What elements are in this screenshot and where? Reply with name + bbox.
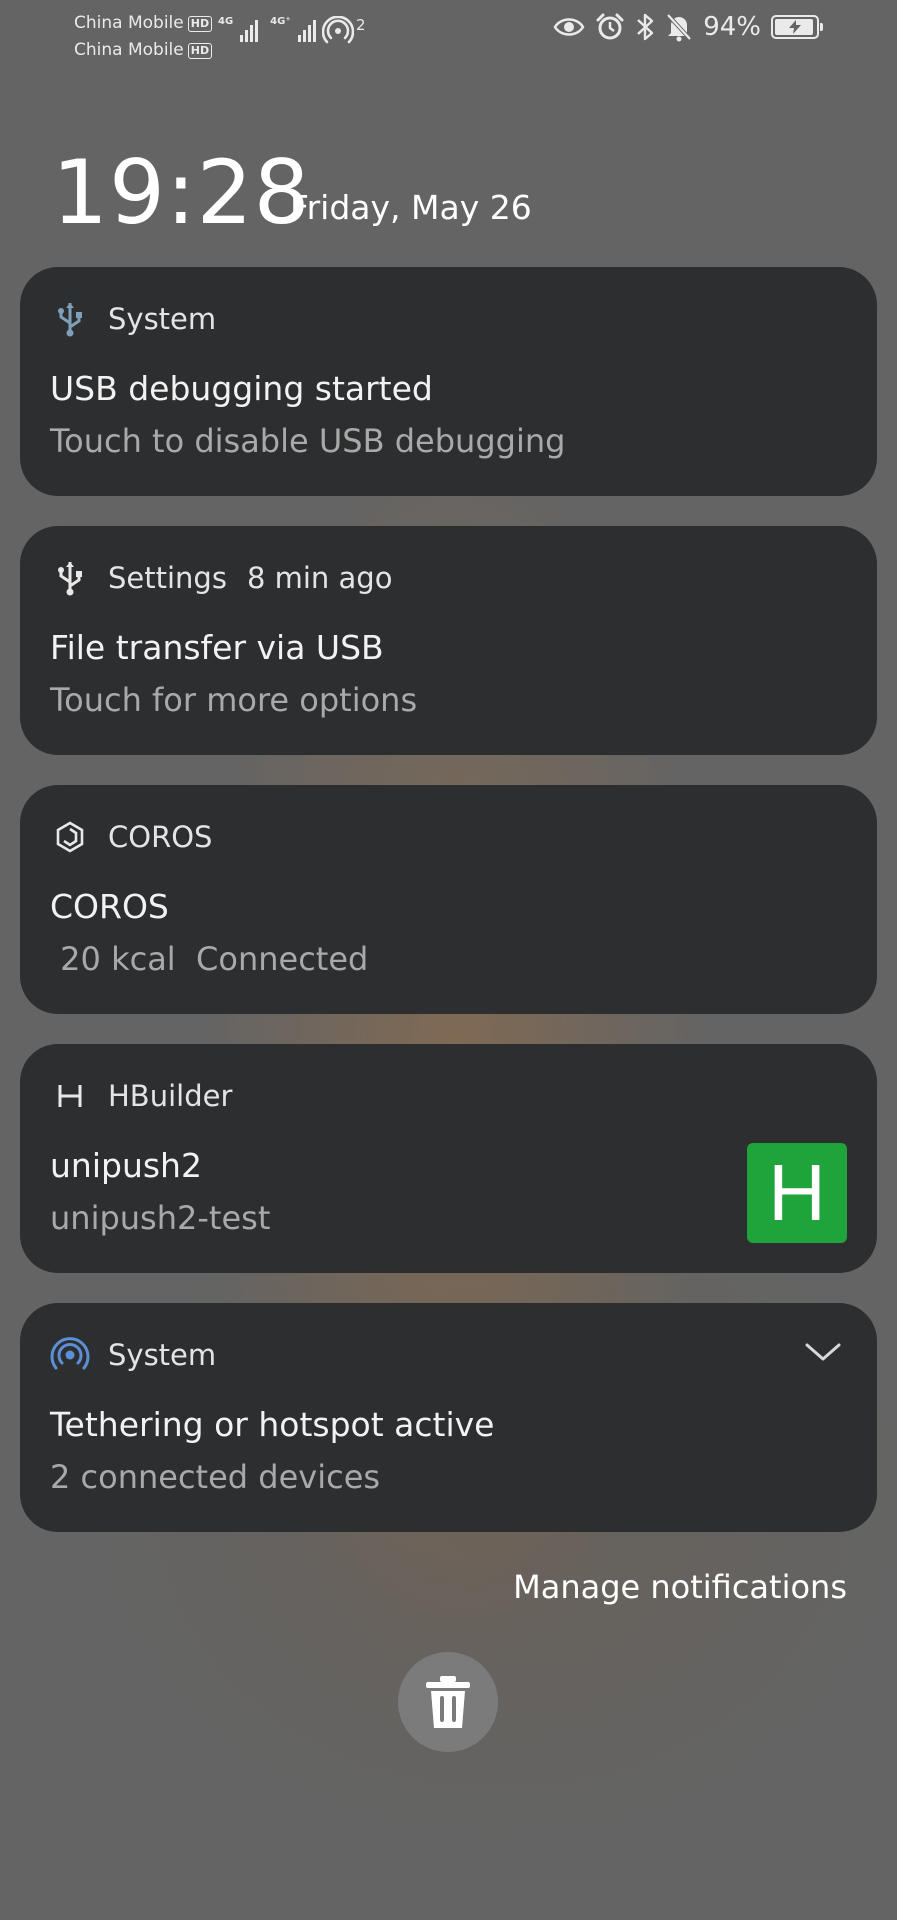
hotspot-status-icon	[322, 16, 354, 44]
manage-notifications-link[interactable]: Manage notifications	[513, 1568, 847, 1606]
notification-header: System	[50, 299, 216, 339]
notification-app-name: HBuilder	[108, 1079, 233, 1113]
hotspot-icon	[50, 1335, 90, 1375]
carrier-info: China Mobile HD China Mobile HD	[74, 10, 213, 64]
notification-app-name: System	[108, 302, 217, 336]
hbuilder-icon	[50, 1076, 90, 1116]
notification-usb-debugging[interactable]: System USB debugging started Touch to di…	[20, 267, 877, 496]
hotspot-count: 2	[356, 16, 366, 34]
battery-percent: 94%	[703, 12, 761, 42]
alarm-icon	[596, 13, 624, 40]
notification-text: Touch to disable USB debugging	[50, 422, 566, 460]
hd-badge: HD	[187, 15, 213, 32]
usb-icon	[50, 299, 90, 339]
notification-thumbnail: H	[747, 1143, 847, 1243]
mute-icon	[666, 13, 692, 42]
notification-title: File transfer via USB	[50, 628, 384, 667]
hd-badge: HD	[187, 42, 213, 59]
notification-header: System	[50, 1335, 216, 1375]
lockscreen-date: Friday, May 26	[290, 188, 532, 227]
notification-text: Touch for more options	[50, 681, 418, 719]
notification-text: 20 kcal Connected	[50, 940, 369, 978]
notification-text: 2 connected devices	[50, 1458, 381, 1496]
thumbnail-letter: H	[768, 1148, 826, 1237]
notification-hotspot[interactable]: System Tethering or hotspot active 2 con…	[20, 1303, 877, 1532]
notification-app-name: System	[108, 1338, 217, 1372]
notification-title: Tethering or hotspot active	[50, 1405, 495, 1444]
carrier-1: China Mobile	[74, 13, 184, 33]
network-type-1: 4G	[218, 16, 234, 27]
trash-icon	[426, 1676, 470, 1728]
clear-all-button[interactable]	[398, 1652, 498, 1752]
notification-text: unipush2-test	[50, 1199, 271, 1237]
notification-app-name: COROS	[108, 820, 213, 854]
battery-charging-icon	[771, 15, 823, 39]
lockscreen-clock: 19:28	[52, 141, 311, 244]
notification-header: Settings 8 min ago	[50, 558, 392, 598]
charging-bolt-icon	[789, 20, 801, 34]
notification-title: COROS	[50, 887, 169, 926]
notification-time: 8 min ago	[246, 561, 393, 595]
signal-indicators: 4G 4G⁺	[218, 16, 316, 42]
status-icons: 94%	[553, 12, 823, 42]
notification-hbuilder[interactable]: HBuilder unipush2 unipush2-test H	[20, 1044, 877, 1273]
carrier-2: China Mobile	[74, 40, 184, 60]
status-bar: China Mobile HD China Mobile HD 4G 4G⁺ 2	[0, 0, 897, 64]
coros-icon	[50, 817, 90, 857]
notification-file-transfer[interactable]: Settings 8 min ago File transfer via USB…	[20, 526, 877, 755]
bluetooth-icon	[637, 13, 654, 41]
notification-app-name: Settings	[108, 561, 227, 595]
notification-title: unipush2	[50, 1146, 202, 1185]
notification-coros[interactable]: COROS COROS 20 kcal Connected	[20, 785, 877, 1014]
signal-2-icon	[297, 16, 316, 42]
notification-header: COROS	[50, 817, 212, 857]
usb-icon	[50, 558, 90, 598]
notification-header: HBuilder	[50, 1076, 232, 1116]
chevron-down-icon[interactable]	[803, 1337, 843, 1367]
signal-1-icon	[240, 16, 259, 42]
network-type-2: 4G⁺	[270, 16, 291, 27]
eye-icon	[553, 18, 585, 36]
hotspot-status: 2	[322, 16, 366, 46]
notification-title: USB debugging started	[50, 369, 433, 408]
